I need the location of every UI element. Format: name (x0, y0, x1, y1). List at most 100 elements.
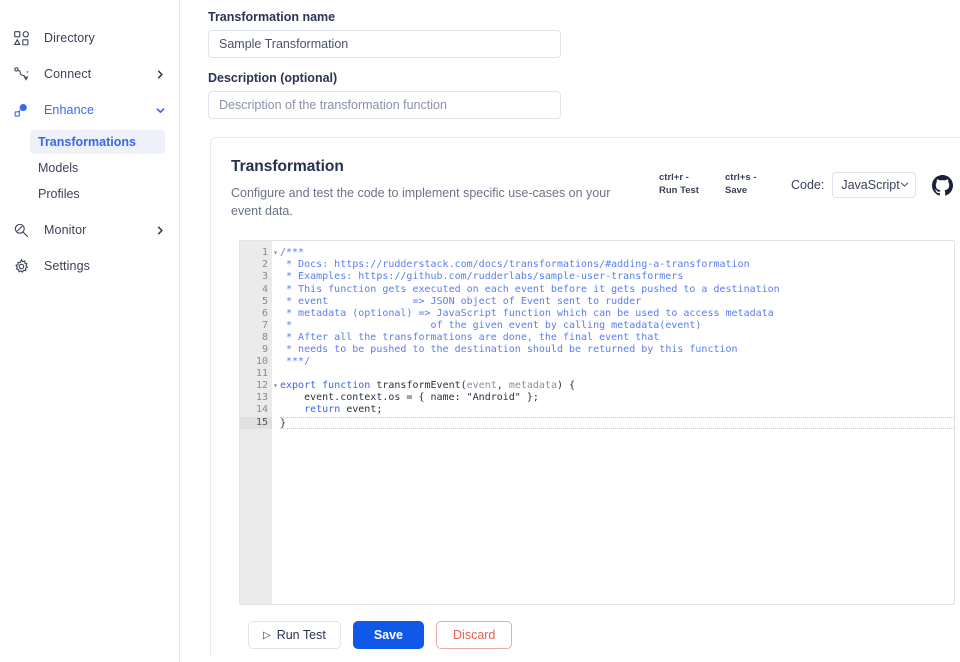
transformation-name-label: Transformation name (208, 10, 336, 24)
code-token: * metadata (optional) => JavaScript func… (280, 307, 774, 319)
editor-gutter: 1 ▾ 2 3 4 5 6 7 8 9 10 11 12 ▾ 13 14 15 (240, 241, 278, 605)
editor-line-number: 15 (240, 416, 272, 429)
code-token: ***/ (280, 356, 311, 368)
editor-line[interactable]: * metadata (optional) => JavaScript func… (280, 308, 954, 320)
sidebar-item-label: Enhance (44, 103, 95, 117)
code-token: * After all the transformations are done… (280, 331, 660, 343)
editor-line[interactable]: * needs to be pushed to the destination … (280, 344, 954, 356)
sidebar-item-enhance[interactable]: Enhance (0, 92, 179, 128)
sidebar-item-connect[interactable]: Connect (0, 56, 179, 92)
description-input[interactable]: Description of the transformation functi… (208, 91, 561, 119)
app-root: Directory Connect Enhance Transformation… (0, 0, 960, 662)
sidebar-subitem-label: Profiles (38, 187, 80, 201)
code-token: transformEvent( (370, 380, 467, 392)
editor-line[interactable]: * Examples: https://github.com/rudderlab… (280, 271, 954, 283)
editor-line[interactable]: * This function gets executed on each ev… (280, 284, 954, 296)
sidebar-item-models[interactable]: Models (30, 156, 165, 180)
code-token: event.context.os = { name: "Android" }; (280, 392, 539, 404)
editor-line-number: 8 (261, 331, 268, 343)
card-header-text: Transformation Configure and test the co… (231, 158, 651, 220)
directory-icon (10, 27, 32, 49)
code-token: * event => JSON object of Event sent to … (280, 295, 642, 307)
editor-line-number: 3 (261, 271, 268, 283)
code-token: * This function gets executed on each ev… (280, 283, 780, 295)
chevron-right-icon[interactable] (156, 70, 165, 79)
editor-line-number: 5 (261, 295, 268, 307)
code-token: export (280, 380, 317, 392)
code-token: , (496, 380, 509, 392)
code-token: metadata (508, 380, 557, 392)
code-token: /*** (280, 247, 305, 259)
card-subtitle: Configure and test the code to implement… (231, 186, 611, 219)
editor-line-number: 12 ▾ (255, 380, 278, 392)
sidebar-subnav-enhance: Transformations Models Profiles (0, 130, 179, 206)
sidebar: Directory Connect Enhance Transformation… (0, 0, 180, 662)
run-test-label: Run Test (276, 628, 326, 643)
save-button[interactable]: Save (352, 621, 425, 650)
code-token: return (304, 404, 341, 416)
run-test-button[interactable]: ▷ Run Test (248, 621, 341, 650)
editor-line[interactable]: * event => JSON object of Event sent to … (280, 296, 954, 308)
code-token: event (466, 380, 497, 392)
editor-line[interactable]: event.context.os = { name: "Android" }; (280, 392, 954, 404)
github-icon[interactable] (932, 174, 954, 196)
editor-code-area[interactable]: /*** * Docs: https://rudderstack.com/doc… (272, 241, 954, 604)
editor-line-number: 13 (255, 392, 268, 404)
chevron-right-icon[interactable] (156, 226, 165, 235)
transformation-name-input[interactable]: Sample Transformation (208, 30, 561, 58)
code-token: function (322, 380, 371, 392)
card-header-controls: ctrl+r - Run Test ctrl+s - Save Code: Ja… (659, 158, 954, 198)
code-token: * needs to be pushed to the destination … (280, 344, 738, 355)
sidebar-subitem-label: Transformations (38, 135, 136, 149)
transformation-card: Transformation Configure and test the co… (210, 137, 960, 657)
editor-line[interactable]: } (280, 416, 954, 429)
editor-line[interactable]: * of the given event by calling metadata… (280, 320, 954, 332)
code-token: * Examples: https://github.com/rudderlab… (280, 271, 684, 283)
editor-line[interactable]: /*** (280, 247, 954, 259)
editor-line-number: 2 (261, 259, 268, 271)
transformation-card-header: Transformation Configure and test the co… (231, 158, 960, 220)
description-label: Description (optional) (208, 71, 338, 85)
editor-line-number: 1 ▾ (261, 247, 278, 259)
editor-line-number: 6 (261, 307, 268, 319)
enhance-icon (10, 99, 32, 121)
play-icon: ▷ (263, 629, 271, 641)
code-token: event; (340, 404, 383, 416)
sidebar-item-settings[interactable]: Settings (0, 248, 179, 284)
monitor-icon (10, 219, 32, 241)
shortcut-run-test: ctrl+r - Run Test (659, 172, 699, 196)
sidebar-item-label: Connect (44, 67, 92, 81)
sidebar-item-directory[interactable]: Directory (0, 20, 179, 56)
discard-button[interactable]: Discard (436, 621, 513, 650)
sidebar-subitem-label: Models (38, 161, 79, 175)
editor-line-number: 10 (255, 356, 268, 368)
sidebar-item-profiles[interactable]: Profiles (30, 182, 165, 206)
chevron-down-icon[interactable] (156, 106, 165, 115)
editor-line[interactable]: * After all the transformations are done… (280, 332, 954, 344)
editor-line-number: 9 (261, 344, 268, 355)
sidebar-item-label: Monitor (44, 223, 87, 237)
code-token: * of the given event by calling metadata… (280, 319, 702, 331)
code-language-select[interactable]: JavaScript (832, 172, 917, 198)
sidebar-item-label: Settings (44, 259, 90, 273)
connect-icon (10, 63, 32, 85)
code-token: * Docs: https://rudderstack.com/docs/tra… (280, 259, 750, 271)
editor-line-number: 4 (261, 283, 268, 295)
editor-line[interactable] (280, 368, 954, 380)
shortcut-save: ctrl+s - Save (725, 172, 757, 196)
editor-line[interactable]: return event; (280, 404, 954, 416)
sidebar-item-label: Directory (44, 31, 95, 45)
editor-line[interactable]: * Docs: https://rudderstack.com/docs/tra… (280, 259, 954, 271)
code-editor[interactable]: 1 ▾ 2 3 4 5 6 7 8 9 10 11 12 ▾ 13 14 15 /*** * Docs: htt… (239, 240, 955, 606)
code-token: ) { (556, 380, 576, 392)
page-title: Transformation (231, 158, 344, 175)
main-content: Transformation name Sample Transformatio… (180, 0, 960, 662)
sidebar-item-monitor[interactable]: Monitor (0, 212, 179, 248)
code-language-value: JavaScript (841, 178, 900, 192)
editor-line-number: 14 (255, 404, 268, 416)
editor-line[interactable]: ***/ (280, 356, 954, 368)
editor-line[interactable]: export function transformEvent(event, me… (280, 380, 954, 392)
sidebar-item-transformations[interactable]: Transformations (30, 130, 165, 154)
code-language-label: Code: (791, 178, 825, 192)
